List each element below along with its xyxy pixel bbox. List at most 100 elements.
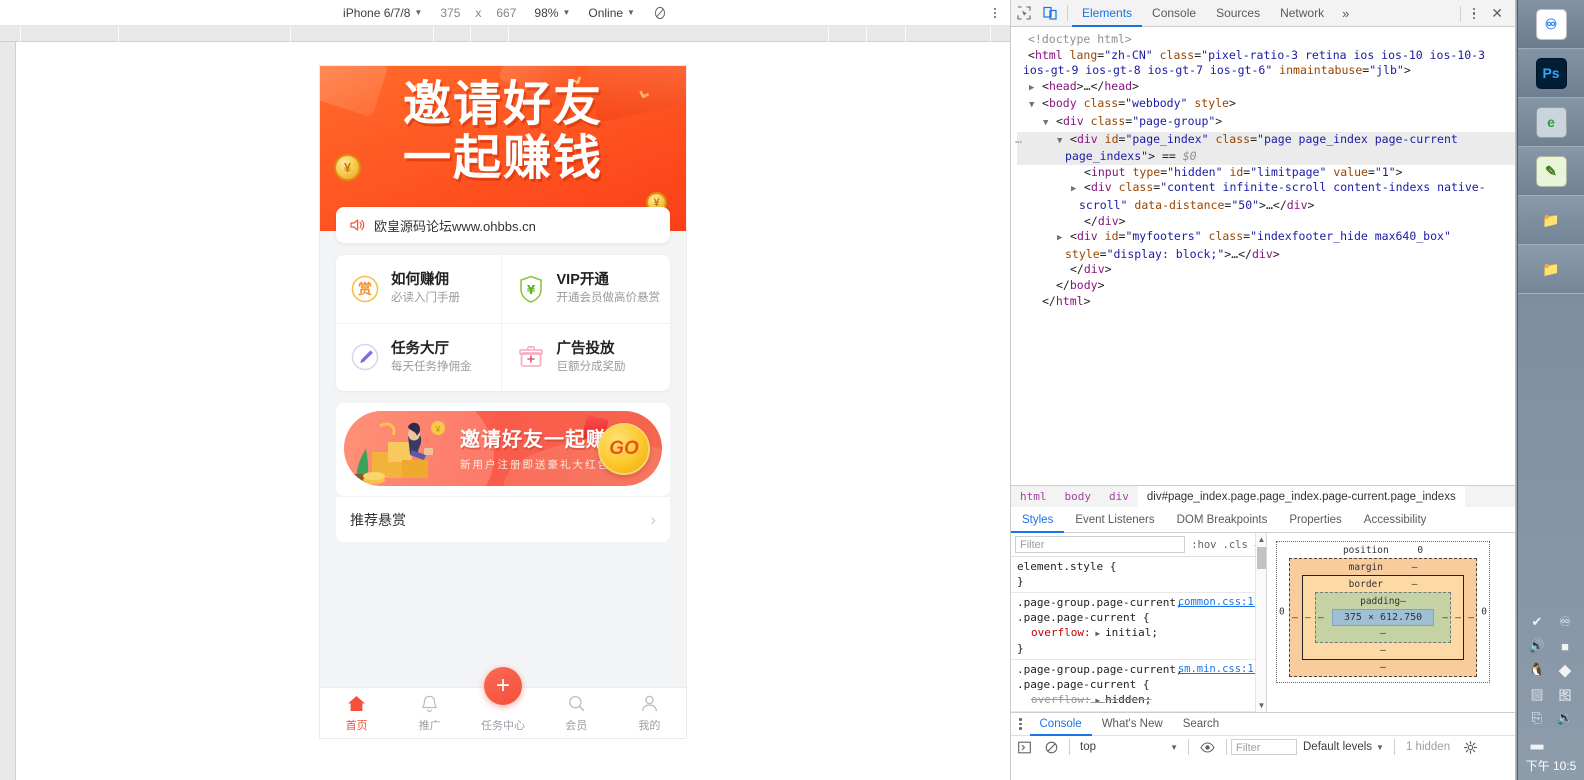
styles-scrollbar[interactable]: ▲ ▼: [1255, 533, 1266, 712]
folder-icon[interactable]: 📁: [1518, 196, 1584, 245]
tab-task-center[interactable]: + 任务中心: [466, 667, 539, 733]
input-method-icon[interactable]: 图: [1552, 683, 1578, 705]
qq-icon[interactable]: 🐧: [1524, 659, 1550, 681]
viewport-height-input[interactable]: 667: [487, 6, 525, 20]
device-toolbar-more-icon[interactable]: [994, 7, 996, 18]
console-toolbar[interactable]: top ▼ Filter Default levels ▼ 1 hidden: [1011, 736, 1515, 758]
tab-member[interactable]: 会员: [540, 693, 613, 733]
taskbar-clock[interactable]: 下午 10:5: [1518, 753, 1584, 780]
tab-mine[interactable]: 我的: [613, 693, 686, 733]
twisty-collapsed-icon[interactable]: ▶: [1057, 231, 1070, 247]
device-emulation-toolbar[interactable]: iPhone 6/7/8 ▼ 375 x 667 98% ▼ Online ▼: [0, 0, 1010, 26]
scroll-down-arrow-icon[interactable]: ▼: [1256, 699, 1267, 712]
css-rule-source-link[interactable]: common.css:11: [1178, 595, 1260, 610]
tab-sources[interactable]: Sources: [1206, 0, 1270, 27]
css-rule[interactable]: common.css:11 .page-group.page-current, .…: [1011, 593, 1266, 660]
notice-bar[interactable]: 欧皇源码论坛www.ohbbs.cn: [336, 207, 670, 243]
devtools-tabstrip[interactable]: Elements Console Sources Network » ✕: [1011, 0, 1515, 27]
drawer-tabstrip[interactable]: Console What's New Search: [1011, 713, 1515, 736]
cls-toggle[interactable]: .cls: [1223, 539, 1248, 551]
usb-safe-remove-icon[interactable]: ✔: [1524, 611, 1550, 633]
device-selector[interactable]: iPhone 6/7/8 ▼: [334, 6, 431, 20]
signal-bars-icon[interactable]: ▃: [1524, 731, 1550, 753]
styles-sidebar-tabs[interactable]: Styles Event Listeners DOM Breakpoints P…: [1011, 507, 1515, 533]
speaker-tray-icon[interactable]: 🔉: [1552, 707, 1578, 729]
plus-fab-icon[interactable]: +: [484, 667, 522, 705]
breadcrumb-item[interactable]: div: [1100, 490, 1138, 503]
live-expression-icon[interactable]: [1193, 741, 1222, 753]
tab-elements[interactable]: Elements: [1072, 0, 1142, 27]
dom-node[interactable]: </div>: [1017, 262, 1515, 278]
console-settings-icon[interactable]: [1457, 740, 1484, 754]
console-context-selector[interactable]: top ▼: [1074, 741, 1184, 753]
more-tools-icon[interactable]: [1465, 7, 1484, 20]
system-tray[interactable]: ✔ ♾ 🔊 ■ 🐧 ◆ ▧ 图 ⎘ 🔉 ▃ 下午 10:5: [1518, 608, 1584, 780]
nvidia-icon[interactable]: ■: [1552, 635, 1578, 657]
tab-styles[interactable]: Styles: [1011, 507, 1064, 533]
twisty-expanded-icon[interactable]: ▼: [1043, 116, 1056, 132]
inspect-element-icon[interactable]: [1011, 0, 1037, 26]
css-rule-selector[interactable]: element.style {: [1017, 559, 1262, 574]
tab-properties[interactable]: Properties: [1278, 507, 1352, 533]
dom-node[interactable]: ▶ <div class="content infinite-scroll con…: [1017, 180, 1515, 213]
css-rules-list[interactable]: element.style {} common.css:11 .page-group…: [1011, 557, 1266, 712]
hov-toggle[interactable]: :hov: [1191, 539, 1216, 551]
clear-console-icon[interactable]: [1038, 741, 1065, 754]
box-model-content-size[interactable]: 375 × 612.750: [1332, 609, 1434, 626]
console-levels-selector[interactable]: Default levels ▼: [1297, 741, 1390, 753]
console-sidebar-icon[interactable]: [1011, 741, 1038, 754]
more-tabs-icon[interactable]: »: [1334, 6, 1357, 21]
box-model-border-layer[interactable]: border – – – padding– – – 375 × 612.750 …: [1302, 575, 1464, 660]
photoshop-icon[interactable]: Ps: [1518, 49, 1584, 98]
expand-shorthand-icon[interactable]: ▶: [1091, 696, 1105, 705]
css-rule[interactable]: sm.min.css:11 .page-group.page-current, .…: [1011, 660, 1266, 712]
scroll-up-arrow-icon[interactable]: ▲: [1256, 533, 1267, 546]
menu-item-task-hall[interactable]: 任务大厅 每天任务挣佣金: [336, 323, 502, 392]
dom-node[interactable]: </div>: [1017, 214, 1515, 230]
tab-console[interactable]: Console: [1142, 0, 1206, 27]
box-model-margin-layer[interactable]: margin – – – border – – – padding– – – 3…: [1289, 558, 1477, 677]
menu-item-vip[interactable]: ¥ VIP开通 开通会员做高价悬赏: [501, 255, 670, 324]
dom-node[interactable]: </body>: [1017, 278, 1515, 294]
baidu-netdisk-icon[interactable]: ♾: [1518, 0, 1584, 49]
dom-node[interactable]: … ▼ <div id="page_index" class="page page_…: [1015, 131, 1515, 165]
toggle-device-toolbar-icon[interactable]: [1037, 0, 1063, 26]
box-model-position-layer[interactable]: position 0 0 0 margin – – – border – – –…: [1276, 541, 1490, 683]
drawer-more-icon[interactable]: [1011, 718, 1030, 730]
css-declaration[interactable]: overflow: ▶ initial;: [1017, 625, 1262, 641]
tab-accessibility[interactable]: Accessibility: [1353, 507, 1438, 533]
dom-node[interactable]: <input type="hidden" id="limitpage" valu…: [1017, 165, 1515, 181]
list-item-recommended-bounty[interactable]: 推荐悬赏 ›: [336, 496, 670, 543]
desktop-taskbar[interactable]: ♾ Ps e ✎ 📁 📁 ✔ ♾ 🔊 ■ 🐧 ◆ ▧ 图 ⎘ 🔉 ▃ 下午 10:5: [1517, 0, 1584, 780]
drawer-tab-search[interactable]: Search: [1173, 713, 1229, 736]
drawer-tab-console[interactable]: Console: [1030, 713, 1092, 736]
dom-node[interactable]: <!doctype html>: [1017, 32, 1515, 48]
tab-network[interactable]: Network: [1270, 0, 1334, 27]
twisty-collapsed-icon[interactable]: ▶: [1029, 81, 1042, 97]
no-throttling-icon[interactable]: [644, 6, 676, 20]
internet-explorer-icon[interactable]: e: [1518, 98, 1584, 147]
tray-icon-grid[interactable]: ✔ ♾ 🔊 ■ 🐧 ◆ ▧ 图 ⎘ 🔉 ▃: [1518, 608, 1584, 753]
dom-node[interactable]: ▶ <head>…</head>: [1017, 79, 1515, 97]
volume-icon[interactable]: 🔊: [1524, 635, 1550, 657]
twisty-expanded-icon[interactable]: ▼: [1029, 98, 1042, 114]
zoom-selector[interactable]: 98% ▼: [525, 6, 579, 20]
expand-shorthand-icon[interactable]: ▶: [1091, 629, 1105, 638]
clipboard-icon[interactable]: ⎘: [1524, 707, 1550, 729]
dom-node[interactable]: ▶ <div id="myfooters" class="indexfooter_…: [1017, 229, 1515, 262]
breadcrumb-item[interactable]: body: [1056, 490, 1101, 503]
breadcrumb[interactable]: html body div div#page_index.page.page_inde…: [1011, 485, 1515, 508]
box-model-diagram[interactable]: position 0 0 0 margin – – – border – – –…: [1276, 541, 1490, 683]
breadcrumb-item[interactable]: html: [1011, 490, 1056, 503]
promo-go-button[interactable]: GO: [598, 422, 650, 475]
css-rule[interactable]: element.style {}: [1011, 557, 1266, 593]
styles-filter-input[interactable]: Filter: [1015, 536, 1186, 553]
window-app-icon[interactable]: ▧: [1524, 683, 1550, 705]
viewport-width-input[interactable]: 375: [431, 6, 469, 20]
css-rule-source-link[interactable]: sm.min.css:11: [1178, 662, 1260, 677]
security-shield-icon[interactable]: ◆: [1552, 659, 1578, 681]
baidu-cloud-tray-icon[interactable]: ♾: [1552, 611, 1578, 633]
tab-dom-breakpoints[interactable]: DOM Breakpoints: [1166, 507, 1279, 533]
box-model-padding-layer[interactable]: padding– – – 375 × 612.750 –: [1315, 592, 1451, 643]
twisty-expanded-icon[interactable]: ▼: [1057, 134, 1070, 150]
